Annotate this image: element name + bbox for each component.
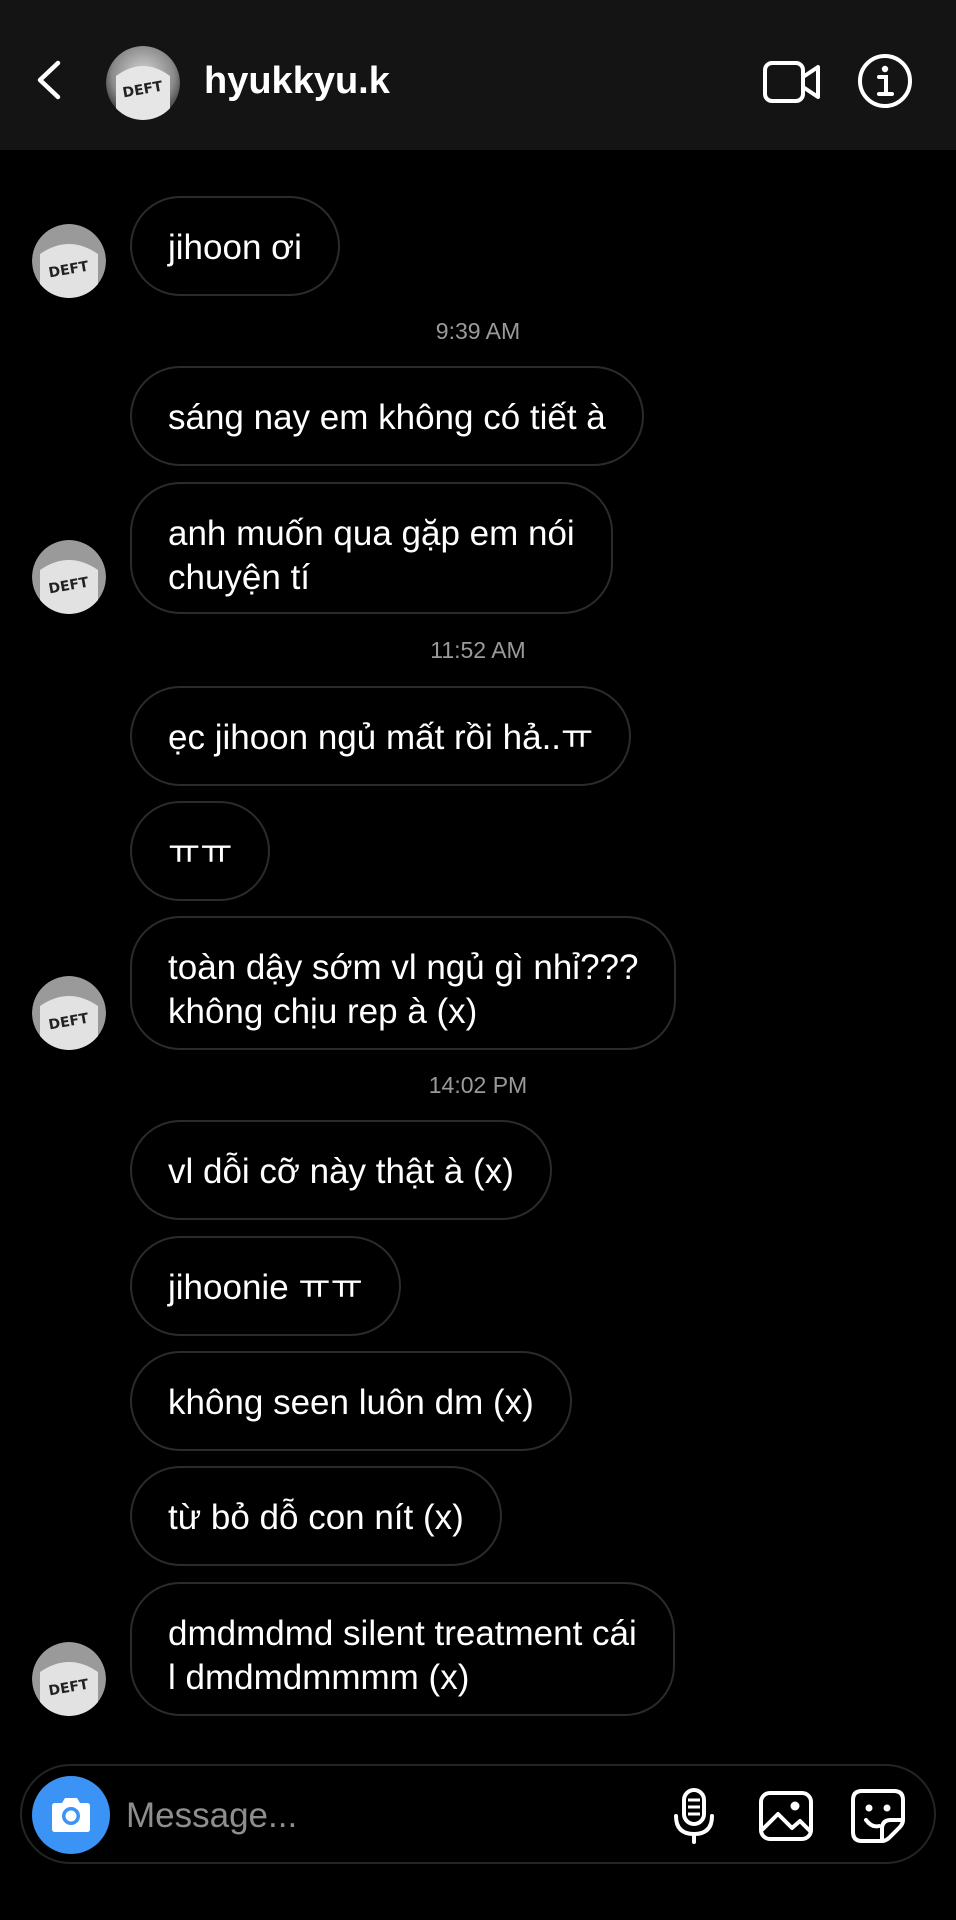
- info-button[interactable]: [856, 52, 914, 110]
- info-icon: [858, 54, 912, 108]
- sender-avatar[interactable]: DEFT: [32, 224, 106, 298]
- sender-avatar[interactable]: DEFT: [32, 1642, 106, 1716]
- voice-message-button[interactable]: [664, 1786, 724, 1846]
- message-bubble[interactable]: jihoon ơi: [130, 196, 340, 296]
- chat-header: DEFT hyukkyu.k: [0, 0, 956, 150]
- header-avatar[interactable]: DEFT: [106, 46, 180, 120]
- microphone-icon: [674, 1788, 714, 1844]
- camera-button[interactable]: [32, 1776, 110, 1854]
- message-bubble[interactable]: không seen luôn dm (x): [130, 1351, 572, 1451]
- timestamp: 11:52 AM: [430, 637, 526, 663]
- sender-avatar[interactable]: DEFT: [32, 540, 106, 614]
- timestamp: 14:02 PM: [428, 1072, 528, 1098]
- message-bubble[interactable]: dmdmdmd silent treatment cái l dmdmdmmmm…: [130, 1582, 675, 1716]
- image-icon: [759, 1791, 813, 1841]
- sender-avatar[interactable]: DEFT: [32, 976, 106, 1050]
- chat-username[interactable]: hyukkyu.k: [204, 60, 390, 103]
- camera-icon: [52, 1798, 90, 1832]
- video-call-button[interactable]: [762, 58, 822, 106]
- message-bubble[interactable]: sáng nay em không có tiết à: [130, 366, 644, 466]
- sticker-button[interactable]: [848, 1786, 908, 1846]
- message-bubble[interactable]: từ bỏ dỗ con nít (x): [130, 1466, 502, 1566]
- message-bubble[interactable]: anh muốn qua gặp em nói chuyện tí: [130, 482, 613, 614]
- gallery-button[interactable]: [756, 1786, 816, 1846]
- video-camera-icon: [763, 61, 820, 103]
- chevron-left-icon: [37, 60, 61, 100]
- message-input[interactable]: [124, 1786, 648, 1846]
- message-bubble[interactable]: jihoonie ㅠㅠ: [130, 1236, 401, 1336]
- timestamp: 9:39 AM: [435, 318, 521, 344]
- message-bubble[interactable]: ㅠㅠ: [130, 801, 271, 901]
- message-bubble[interactable]: vl dỗi cỡ này thật à (x): [130, 1120, 552, 1220]
- message-bubble[interactable]: ẹc jihoon ngủ mất rồi hả..ㅠ: [130, 686, 632, 786]
- message-composer: [20, 1764, 936, 1864]
- message-bubble[interactable]: toàn dậy sớm vl ngủ gì nhỉ??? không chịu…: [130, 916, 677, 1050]
- sticker-icon: [851, 1789, 905, 1843]
- back-button[interactable]: [30, 55, 70, 105]
